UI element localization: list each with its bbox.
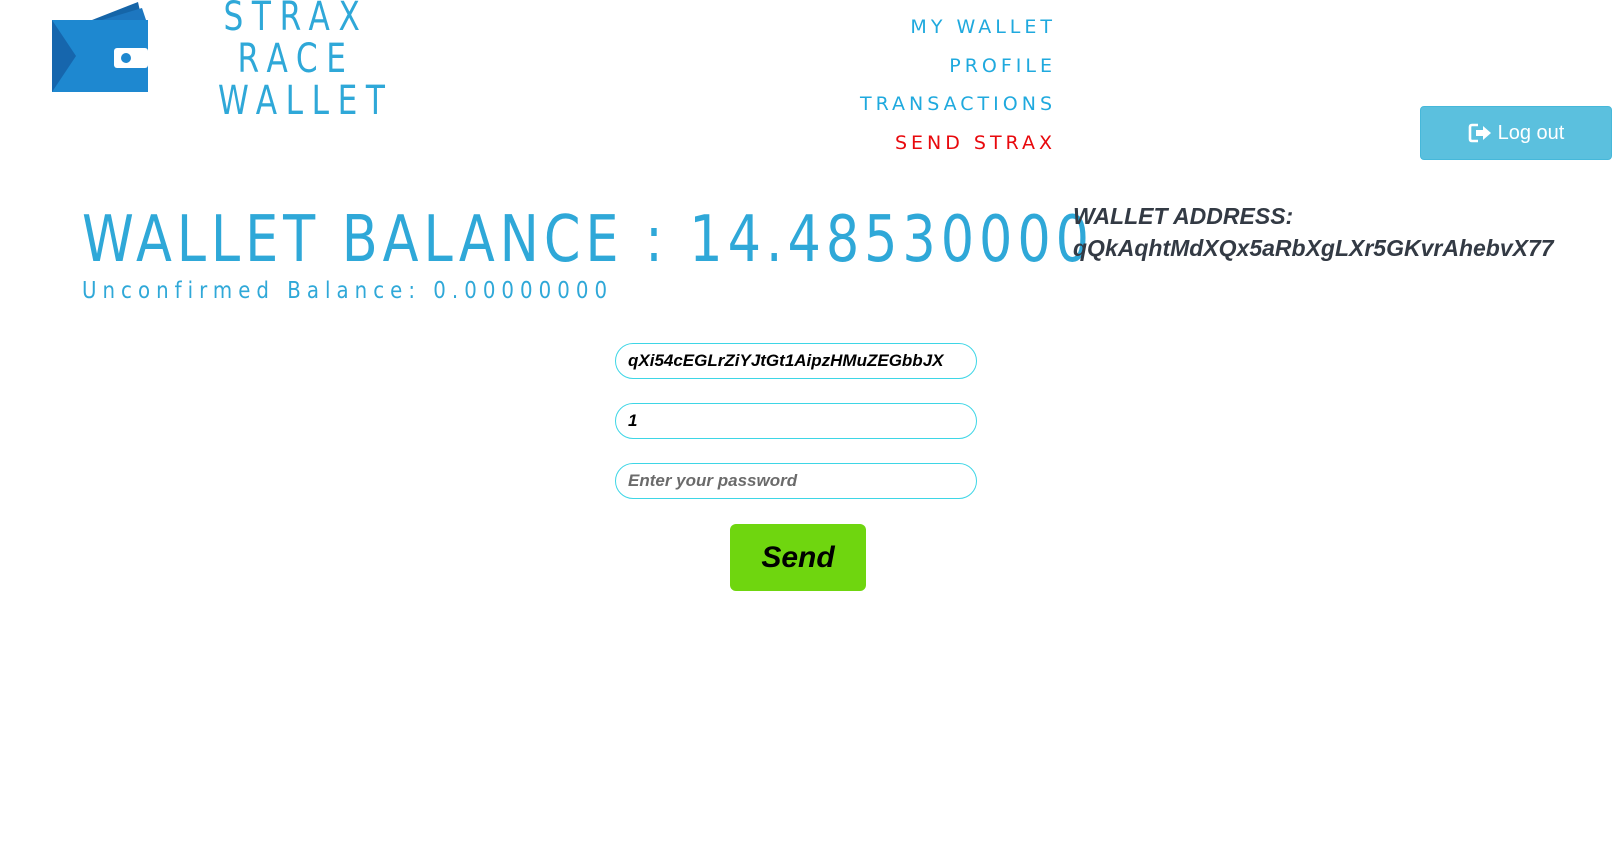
nav-send-strax[interactable]: SEND STRAX <box>860 124 1056 163</box>
wallet-balance: WALLET BALANCE : 14.48530000 <box>82 203 1094 277</box>
logout-label: Log out <box>1497 121 1565 144</box>
nav-my-wallet[interactable]: MY WALLET <box>860 8 1056 47</box>
main-nav: MY WALLET PROFILE TRANSACTIONS SEND STRA… <box>860 8 1056 162</box>
recipient-address-input[interactable] <box>615 343 977 379</box>
send-button[interactable]: Send <box>730 524 866 591</box>
amount-input[interactable] <box>615 403 977 439</box>
logo[interactable]: STRAX RACE WALLET <box>52 0 392 130</box>
password-input[interactable] <box>615 463 977 499</box>
logo-line-race: RACE <box>237 36 355 82</box>
wallet-icon <box>52 2 148 92</box>
nav-profile[interactable]: PROFILE <box>860 47 1056 86</box>
logo-line-wallet: WALLET <box>218 78 394 124</box>
page: STRAX RACE WALLET MY WALLET PROFILE TRAN… <box>0 0 1622 863</box>
logo-text: STRAX RACE WALLET <box>218 0 394 124</box>
nav-transactions[interactable]: TRANSACTIONS <box>860 85 1056 124</box>
wallet-address-value: qQkAqhtMdXQx5aRbXgLXr5GKvrAhebvX77 <box>1073 235 1554 261</box>
wallet-address: WALLET ADDRESS: qQkAqhtMdXQx5aRbXgLXr5GK… <box>1073 200 1554 264</box>
logo-line-strax: STRAX <box>223 0 369 40</box>
unconfirmed-balance: Unconfirmed Balance: 0.00000000 <box>82 278 614 304</box>
logout-button[interactable]: Log out <box>1420 106 1612 160</box>
logout-icon <box>1468 122 1492 144</box>
wallet-address-label: WALLET ADDRESS: <box>1073 203 1294 229</box>
